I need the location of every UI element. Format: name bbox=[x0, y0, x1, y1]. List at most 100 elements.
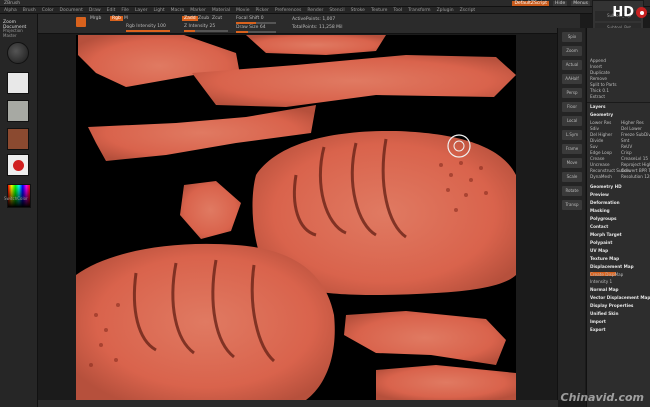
subtool-action-button[interactable]: Append bbox=[590, 58, 606, 63]
menu-item[interactable]: Stroke bbox=[351, 8, 365, 13]
rgb-button[interactable]: Rgb bbox=[110, 16, 123, 21]
tray-section[interactable]: Unified Skin bbox=[590, 311, 618, 316]
menu-item[interactable]: Material bbox=[212, 8, 230, 13]
geometry-control[interactable]: Edge Loop bbox=[590, 150, 612, 155]
tray-section[interactable]: Displacement Map bbox=[590, 264, 634, 269]
geometry-section[interactable]: Geometry bbox=[590, 112, 613, 117]
brush-icon[interactable] bbox=[7, 72, 29, 94]
menu-item[interactable]: Alpha bbox=[4, 8, 17, 13]
menu-item[interactable]: Draw bbox=[89, 8, 101, 13]
menu-item[interactable]: Layer bbox=[135, 8, 148, 13]
menu-item[interactable]: Color bbox=[42, 8, 54, 13]
texture-icon[interactable] bbox=[7, 128, 29, 150]
z-intensity-label[interactable]: Z Intensity 25 bbox=[184, 24, 215, 29]
geometry-control[interactable]: ReUV bbox=[621, 144, 632, 149]
tray-section[interactable]: Texture Map bbox=[590, 256, 619, 261]
focal-shift-slider[interactable] bbox=[236, 22, 276, 24]
focal-shift-label[interactable]: Focal Shift 0 bbox=[236, 16, 264, 21]
m-button[interactable]: M bbox=[124, 16, 128, 21]
tray-section[interactable]: Import bbox=[590, 319, 606, 324]
draw-size-slider[interactable] bbox=[236, 31, 276, 33]
tray-section[interactable]: Deformation bbox=[590, 200, 620, 205]
tray-section[interactable]: Contact bbox=[590, 224, 608, 229]
shelf-button[interactable]: L.Sym bbox=[562, 130, 582, 140]
hide-button[interactable]: Hide bbox=[553, 1, 568, 6]
disp-intensity-slider[interactable]: Intensity 1 bbox=[590, 279, 612, 284]
zadd-button[interactable]: Zadd bbox=[182, 16, 198, 21]
mrgb-button[interactable]: Mrgb bbox=[90, 16, 101, 21]
menu-item[interactable]: Light bbox=[153, 8, 164, 13]
shelf-button[interactable]: Persp bbox=[562, 88, 582, 98]
tray-section[interactable]: Display Properties bbox=[590, 303, 633, 308]
tray-section[interactable]: Preview bbox=[590, 192, 609, 197]
tray-section[interactable]: Vector Displacement Map bbox=[590, 295, 650, 300]
geometry-control[interactable]: Convert BPR To Geo bbox=[621, 168, 650, 173]
subtool-action-button[interactable]: Duplicate bbox=[590, 70, 610, 75]
geometry-control[interactable]: Higher Res bbox=[621, 120, 644, 125]
default-zscript-button[interactable]: DefaultZScript bbox=[512, 1, 550, 6]
geometry-control[interactable]: Suv bbox=[590, 144, 598, 149]
rgb-intensity-label[interactable]: Rgb Intensity 100 bbox=[126, 24, 166, 29]
menu-item[interactable]: Render bbox=[307, 8, 323, 13]
menu-item[interactable]: Zscript bbox=[460, 8, 476, 13]
menu-item[interactable]: Picker bbox=[255, 8, 268, 13]
geometry-control[interactable]: Lower Res bbox=[590, 120, 611, 125]
geometry-control[interactable]: Uncrease bbox=[590, 162, 610, 167]
projection-master-button[interactable]: Projection Master bbox=[3, 28, 37, 38]
geometry-control[interactable]: DynaMesh bbox=[590, 174, 612, 179]
menu-item[interactable]: Tool bbox=[393, 8, 402, 13]
geometry-control[interactable]: Sdiv bbox=[590, 126, 599, 131]
geometry-control[interactable]: Resolution 128 bbox=[621, 174, 650, 179]
menu-item[interactable]: Texture bbox=[371, 8, 387, 13]
geometry-control[interactable]: Reproject Higher Subdiv bbox=[621, 162, 650, 167]
menu-item[interactable]: Transform bbox=[408, 8, 430, 13]
edit-mode-icon[interactable] bbox=[76, 17, 86, 27]
menu-item[interactable]: Edit bbox=[107, 8, 116, 13]
tray-section[interactable]: UV Map bbox=[590, 248, 608, 253]
subtool-action-button[interactable]: Split to Parts bbox=[590, 82, 617, 87]
tray-section[interactable]: Polygroups bbox=[590, 216, 617, 221]
shelf-button[interactable]: Local bbox=[562, 116, 582, 126]
shelf-button[interactable]: Frame bbox=[562, 144, 582, 154]
zsub-button[interactable]: Zsub bbox=[198, 16, 209, 21]
tray-section[interactable]: Geometry HD bbox=[590, 184, 622, 189]
switch-color-label[interactable]: SwitchColor bbox=[4, 196, 28, 201]
geometry-control[interactable]: Del Lower bbox=[621, 126, 642, 131]
menu-item[interactable]: Marker bbox=[190, 8, 206, 13]
canvas-viewport[interactable] bbox=[76, 35, 516, 400]
draw-size-label[interactable]: Draw Size 64 bbox=[236, 25, 266, 30]
geometry-control[interactable]: Smt bbox=[621, 138, 629, 143]
subtool-action-button[interactable]: Remove bbox=[590, 76, 607, 81]
layers-section[interactable]: Layers bbox=[590, 104, 606, 109]
z-intensity-slider[interactable] bbox=[184, 30, 228, 32]
shelf-button[interactable]: Rotate bbox=[562, 186, 582, 196]
subtool-action-button[interactable]: Extract bbox=[590, 94, 605, 99]
menu-item[interactable]: Movie bbox=[236, 8, 249, 13]
shelf-button[interactable]: Scale bbox=[562, 172, 582, 182]
subtool-action-button[interactable]: Thick 0.1 bbox=[590, 88, 609, 93]
geometry-control[interactable]: Crisp bbox=[621, 150, 632, 155]
menu-item[interactable]: Preferences bbox=[275, 8, 301, 13]
shelf-button[interactable]: Floor bbox=[562, 102, 582, 112]
menu-item[interactable]: Zplugin bbox=[437, 8, 454, 13]
brush-dial-icon[interactable] bbox=[7, 42, 29, 64]
geometry-control[interactable]: Freeze SubDivision bbox=[621, 132, 650, 137]
menu-item[interactable]: Brush bbox=[23, 8, 36, 13]
geometry-control[interactable]: Divide bbox=[590, 138, 603, 143]
geometry-control[interactable]: Del Higher bbox=[590, 132, 612, 137]
tray-section[interactable]: Export bbox=[590, 327, 606, 332]
shelf-button[interactable]: Spix bbox=[562, 32, 582, 42]
menu-item[interactable]: Document bbox=[60, 8, 83, 13]
shelf-button[interactable]: Transp bbox=[562, 200, 582, 210]
alpha-icon[interactable] bbox=[7, 100, 29, 122]
shelf-button[interactable]: Move bbox=[562, 158, 582, 168]
menus-button[interactable]: Menus bbox=[571, 1, 590, 6]
subtool-action-button[interactable]: Insert bbox=[590, 64, 602, 69]
shelf-button[interactable]: Zoom bbox=[562, 46, 582, 56]
shelf-button[interactable]: Actual bbox=[562, 60, 582, 70]
rgb-intensity-slider[interactable] bbox=[126, 30, 170, 32]
geometry-control[interactable]: Crease bbox=[590, 156, 604, 161]
menu-item[interactable]: File bbox=[121, 8, 129, 13]
tray-section[interactable]: Normal Map bbox=[590, 287, 619, 292]
menu-item[interactable]: Stencil bbox=[329, 8, 344, 13]
